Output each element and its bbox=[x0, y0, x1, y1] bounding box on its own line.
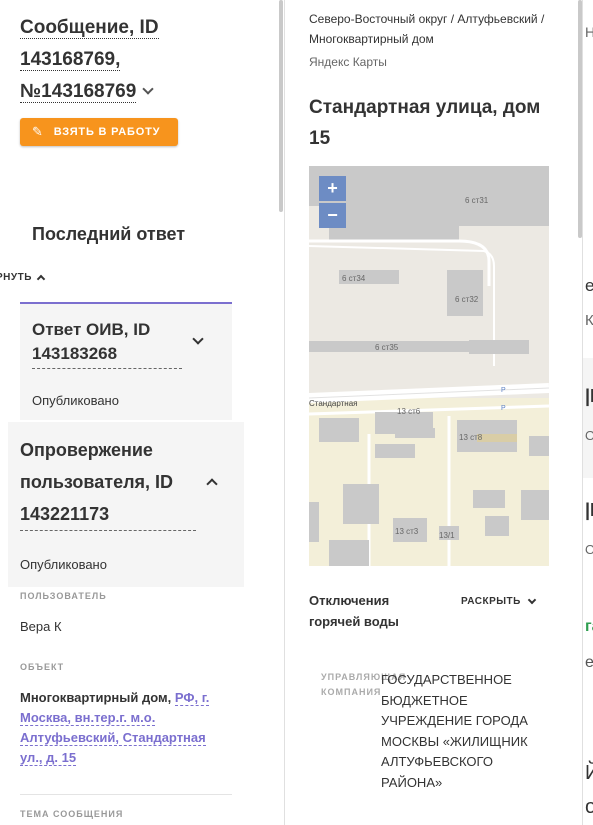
map-label: 13/1 bbox=[439, 531, 455, 540]
message-panel: Сообщение, ID 143168769, №143168769 ✎ ВЗ… bbox=[0, 0, 283, 825]
clipped-text: ох bbox=[585, 796, 593, 819]
message-number: №143168769 bbox=[20, 81, 137, 103]
map-zoom-controls: + − bbox=[319, 176, 346, 229]
object-type: Многоквартирный дом, bbox=[20, 690, 172, 705]
pencil-icon: ✎ bbox=[32, 124, 44, 139]
chevron-up-icon[interactable] bbox=[206, 478, 218, 490]
object-value: Многоквартирный дом, РФ, г. Москва, вн.т… bbox=[20, 688, 220, 768]
clipped-text: |К bbox=[585, 386, 593, 406]
map-street-label: Стандартная bbox=[309, 399, 357, 408]
collapse-label: РНУТЬ bbox=[0, 272, 32, 283]
chevron-down-icon[interactable] bbox=[192, 333, 204, 345]
object-label: ОБЪЕКТ bbox=[20, 662, 65, 672]
user-value: Вера К bbox=[20, 619, 62, 634]
message-id: 143168769, bbox=[20, 49, 121, 71]
clipped-text: га bbox=[585, 618, 593, 635]
parking-icon: Р bbox=[501, 387, 506, 394]
clipped-text: ер bbox=[585, 654, 593, 672]
map-label: 13 ст8 bbox=[459, 433, 483, 442]
map-label: 13 ст6 bbox=[397, 407, 421, 416]
management-company-value: ГОСУДАРСТВЕННОЕ БЮДЖЕТНОЕ УЧРЕЖДЕНИЕ ГОР… bbox=[381, 672, 528, 790]
take-to-work-label: ВЗЯТЬ В РАБОТУ bbox=[53, 126, 161, 138]
clipped-band bbox=[583, 358, 593, 478]
map-label: 6 ст35 bbox=[375, 343, 399, 352]
oiv-answer-status: Опубликовано bbox=[32, 393, 119, 408]
take-to-work-button[interactable]: ✎ ВЗЯТЬ В РАБОТУ bbox=[20, 118, 178, 146]
left-scrollbar[interactable] bbox=[279, 0, 283, 212]
clipped-text: е bbox=[585, 276, 593, 296]
map-label: 6 ст31 bbox=[465, 196, 489, 205]
street-title: Стандартная улица, дом 15 bbox=[309, 97, 541, 149]
clipped-text: Ка bbox=[585, 312, 593, 329]
clipped-text: Н bbox=[585, 24, 593, 40]
zoom-in-button[interactable]: + bbox=[319, 176, 346, 201]
map-label: 6 ст32 bbox=[455, 295, 479, 304]
expand-label: РАСКРЫТЬ bbox=[461, 596, 521, 607]
oiv-answer-title[interactable]: Ответ ОИВ, ID 143183268 bbox=[32, 318, 182, 369]
user-refutation-title[interactable]: Опровержение пользователя, ID 143221173 bbox=[20, 434, 196, 531]
map-label: 13 ст3 bbox=[395, 527, 419, 536]
zoom-out-button[interactable]: − bbox=[319, 203, 346, 228]
parking-icon: Р bbox=[501, 405, 506, 412]
clipped-text: |К bbox=[585, 500, 593, 520]
subject-label: ТЕМА СООБЩЕНИЯ bbox=[20, 809, 124, 819]
right-panel-clipped: Н е Ка |К ОЕ |К ОЕ га ер Й ох bbox=[582, 0, 593, 825]
oiv-answer-card[interactable]: Ответ ОИВ, ID 143183268 Опубликовано bbox=[20, 302, 232, 420]
clipped-text: ОЕ bbox=[585, 428, 593, 443]
map-label: 6 ст34 bbox=[342, 274, 366, 283]
message-title[interactable]: Сообщение, ID 143168769, №143168769 bbox=[20, 12, 220, 108]
hot-water-outage-title: Отключения горячей воды bbox=[309, 593, 399, 629]
yandex-maps-label[interactable]: Яндекс Карты bbox=[309, 55, 387, 69]
expand-button[interactable]: РАСКРЫТЬ bbox=[461, 595, 537, 607]
map[interactable]: 6 ст31 6 ст34 6 ст32 6 ст35 Стандартная … bbox=[309, 166, 549, 566]
collapse-button[interactable]: РНУТЬ bbox=[0, 272, 46, 284]
user-refutation-card[interactable]: Опровержение пользователя, ID 143221173 … bbox=[8, 422, 244, 587]
chevron-up-icon bbox=[36, 274, 46, 284]
chevron-down-icon bbox=[527, 595, 537, 605]
divider bbox=[20, 794, 232, 795]
clipped-text: Й bbox=[585, 762, 593, 785]
user-label: ПОЛЬЗОВАТЕЛЬ bbox=[20, 591, 107, 601]
last-answer-heading: Последний ответ bbox=[32, 224, 186, 244]
breadcrumb: Северо-Восточный округ / Алтуфьевский / … bbox=[309, 12, 545, 46]
object-panel: Северо-Восточный округ / Алтуфьевский / … bbox=[284, 0, 580, 825]
user-refutation-status: Опубликовано bbox=[20, 557, 107, 572]
message-title-prefix: Сообщение, ID bbox=[20, 17, 159, 39]
clipped-text: ОЕ bbox=[585, 542, 593, 557]
chevron-down-icon[interactable] bbox=[142, 83, 154, 95]
